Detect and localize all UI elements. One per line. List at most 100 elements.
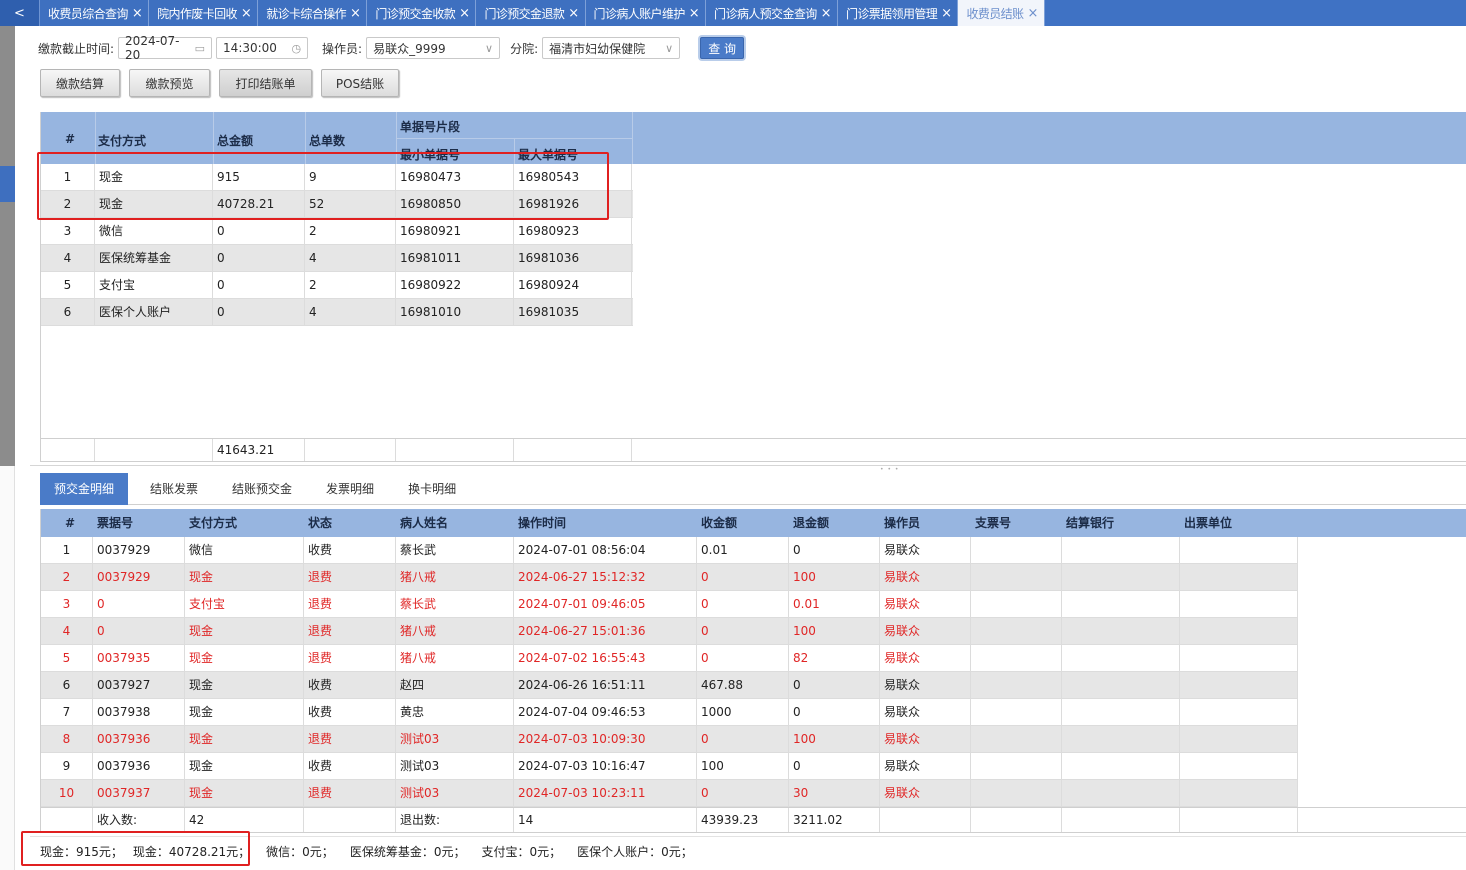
detail-tabs: 预交金明细 结账发票 结账预交金 发票明细 换卡明细 (40, 473, 1466, 505)
tab-cashier-settle[interactable]: 收费员结账 × (958, 0, 1045, 26)
footer-income-count: 42 (185, 808, 304, 832)
cell-refunded: 100 (789, 564, 880, 591)
close-icon[interactable]: × (241, 6, 252, 21)
table-row[interactable]: 8 0037936 现金 退费 测试03 2024-07-03 10:09:30 0 100 易… (41, 726, 1298, 753)
highlight-box (37, 152, 609, 220)
table-row[interactable]: 7 0037938 现金 收费 黄忠 2024-07-04 09:46:53 1000 0 易联… (41, 699, 1298, 726)
table-row[interactable]: 6 医保个人账户 0 4 16981010 16981035 (41, 299, 633, 326)
cell-index: 10 (41, 780, 93, 807)
cell-patient: 猪八戒 (396, 645, 514, 672)
table-row[interactable]: 5 支付宝 0 2 16980922 16980924 (41, 272, 633, 299)
footer-received-total: 43939.23 (697, 808, 789, 832)
tab-ticket-manage[interactable]: 门诊票据领用管理 × (837, 0, 959, 26)
settle-button[interactable]: 缴款结算 (40, 69, 120, 97)
tab-account-maintain[interactable]: 门诊病人账户维护 × (585, 0, 707, 26)
table-row[interactable]: 1 0037929 微信 收费 蔡长武 2024-07-01 08:56:04 0.01 0 易… (41, 537, 1298, 564)
query-button[interactable]: 查 询 (700, 37, 745, 59)
close-icon[interactable]: × (941, 6, 952, 21)
tab-card-change-detail[interactable]: 换卡明细 (396, 473, 468, 505)
cell-operator: 易联众 (880, 564, 971, 591)
cell-ticket-no: 0037937 (93, 780, 185, 807)
close-icon[interactable]: × (1027, 6, 1038, 21)
tab-deposit-detail[interactable]: 预交金明细 (40, 473, 129, 505)
operator-select[interactable]: 易联众_9999 ∨ (366, 37, 501, 59)
col-bank: 结算银行 (1066, 516, 1115, 530)
close-icon[interactable]: × (459, 6, 470, 21)
cell-total-amount: 0 (213, 299, 305, 326)
close-icon[interactable]: × (568, 6, 579, 21)
time-field[interactable]: 14:30:00 ◷ (216, 37, 309, 59)
table-row[interactable]: 10 0037937 现金 退费 测试03 2024-07-03 10:23:11 0 30 易… (41, 780, 1298, 807)
tab-deposit-query[interactable]: 门诊病人预交金查询 × (706, 0, 838, 26)
date-field[interactable]: 2024-07-20 ▭ (118, 34, 213, 62)
tab-settle-deposit[interactable]: 结账预交金 (220, 473, 304, 505)
cell-index: 1 (41, 537, 93, 564)
cell-op-time: 2024-07-02 16:55:43 (514, 645, 697, 672)
cell-op-time: 2024-07-01 09:46:05 (514, 591, 697, 618)
cell-operator: 易联众 (880, 618, 971, 645)
cell-operator: 易联众 (880, 591, 971, 618)
table-row[interactable]: 4 0 现金 退费 猪八戒 2024-06-27 15:01:36 0 100 易联众 (41, 618, 1298, 645)
footer-cell (880, 808, 971, 832)
table-row[interactable]: 5 0037935 现金 退费 猪八戒 2024-07-02 16:55:43 0 82 易联众 (41, 645, 1298, 672)
detail-grid: # 票据号 支付方式 状态 病人姓名 操作时间 收金额 退金额 操作员 支票号 … (40, 509, 1466, 833)
cell-status: 收费 (304, 753, 396, 780)
table-row[interactable]: 3 微信 0 2 16980921 16980923 (41, 218, 633, 245)
table-row[interactable]: 3 0 支付宝 退费 蔡长武 2024-07-01 09:46:05 0 0.01 易联众 (41, 591, 1298, 618)
cell-empty (971, 645, 1062, 672)
cell-pay-method: 现金 (185, 753, 304, 780)
cell-pay-method: 现金 (185, 780, 304, 807)
chevron-down-icon: ∨ (485, 41, 494, 55)
time-value: 14:30:00 (223, 41, 277, 55)
calendar-icon: ▭ (194, 41, 206, 55)
tab-deposit-refund[interactable]: 门诊预交金退款 × (476, 0, 586, 26)
tab-bar-filler (1044, 0, 1466, 26)
tab-deposit-collect[interactable]: 门诊预交金收款 × (367, 0, 477, 26)
cell-status: 退费 (304, 564, 396, 591)
cell-refunded: 100 (789, 726, 880, 753)
tab-settle-invoice[interactable]: 结账发票 (138, 473, 210, 505)
print-statement-button[interactable]: 打印结账单 (219, 69, 312, 97)
cell-refunded: 0 (789, 753, 880, 780)
chevron-left-icon[interactable]: < (0, 0, 40, 26)
cell-index: 6 (41, 299, 95, 326)
cell-empty (1180, 699, 1298, 726)
cell-index: 6 (41, 672, 93, 699)
close-icon[interactable]: × (689, 6, 700, 21)
cell-ticket-no: 0037936 (93, 753, 185, 780)
tab-label: 收费员综合查询 (48, 6, 128, 21)
table-row[interactable]: 2 0037929 现金 退费 猪八戒 2024-06-27 15:12:32 0 100 易联… (41, 564, 1298, 591)
cell-empty (1180, 564, 1298, 591)
cell-total-amount: 0 (213, 218, 305, 245)
col-total-amount: 总金额 (217, 134, 254, 148)
cell-received: 0 (697, 591, 789, 618)
table-row[interactable]: 4 医保统筹基金 0 4 16981011 16981036 (41, 245, 633, 272)
cell-pay-method: 微信 (95, 218, 213, 245)
tab-card-operations[interactable]: 就诊卡综合操作 × (258, 0, 368, 26)
close-icon[interactable]: × (821, 6, 832, 21)
detail-grid-header: # 票据号 支付方式 状态 病人姓名 操作时间 收金额 退金额 操作员 支票号 … (41, 509, 1466, 537)
tab-label: 门诊预交金收款 (375, 6, 456, 21)
cell-status: 收费 (304, 699, 396, 726)
close-icon[interactable]: × (132, 6, 143, 21)
footer-refunded-total: 3211.02 (789, 808, 880, 832)
tab-invoice-detail[interactable]: 发票明细 (314, 473, 386, 505)
tab-void-card-recycle[interactable]: 院内作废卡回收 × (149, 0, 259, 26)
cell-patient: 测试03 (396, 726, 514, 753)
panel-splitter[interactable]: • • • (30, 465, 1466, 473)
table-row[interactable]: 6 0037927 现金 收费 赵四 2024-06-26 16:51:11 467.88 0… (41, 672, 1298, 699)
cell-empty (1180, 618, 1298, 645)
tab-cashier-query[interactable]: 收费员综合查询 × (40, 0, 150, 26)
left-scroll-strip[interactable] (0, 26, 15, 466)
cell-ticket-no: 0037938 (93, 699, 185, 726)
col-status: 状态 (308, 516, 333, 530)
cell-max-no: 16980923 (514, 218, 632, 245)
cell-pay-method: 现金 (185, 726, 304, 753)
close-icon[interactable]: × (350, 6, 361, 21)
cell-received: 0.01 (697, 537, 789, 564)
table-row[interactable]: 9 0037936 现金 收费 测试03 2024-07-03 10:16:47 100 0 易… (41, 753, 1298, 780)
branch-select[interactable]: 福清市妇幼保健院 ∨ (542, 37, 681, 59)
pos-settle-button[interactable]: POS结账 (321, 69, 399, 97)
preview-button[interactable]: 缴款预览 (129, 69, 210, 97)
tab-label: 门诊预交金退款 (484, 6, 565, 21)
